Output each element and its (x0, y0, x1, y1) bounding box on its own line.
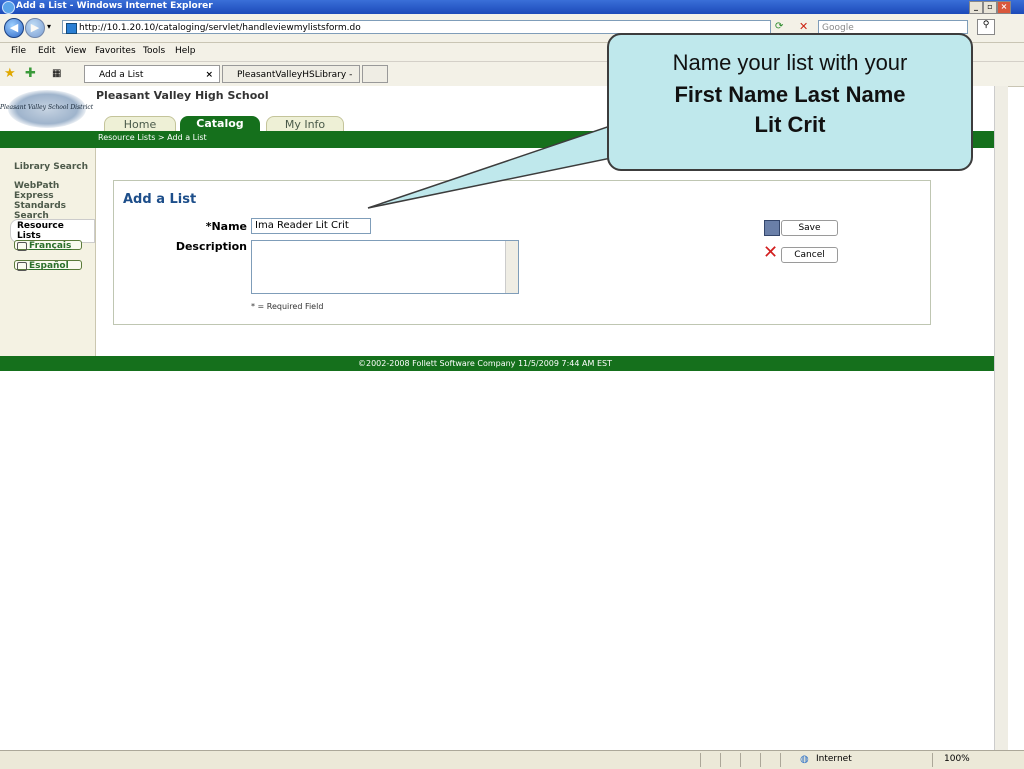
minimize-button[interactable]: _ (969, 1, 983, 14)
status-divider (932, 753, 933, 767)
globe-icon: ◍ (800, 754, 809, 765)
new-tab-button[interactable] (362, 65, 388, 83)
callout-line1: Name your list with your (672, 50, 908, 75)
save-button[interactable]: Save (781, 220, 838, 236)
browser-tab-active[interactable]: Add a List × (84, 65, 220, 83)
breadcrumb[interactable]: Resource Lists > Add a List (98, 133, 207, 142)
name-input[interactable]: Ima Reader Lit Crit (251, 218, 371, 234)
add-favorites-icon[interactable]: ✚ (25, 66, 36, 81)
callout-line2: First Name Last Name (674, 82, 906, 107)
refresh-icon[interactable]: ⟳ (775, 21, 783, 32)
menu-favorites[interactable]: Favorites (95, 46, 136, 56)
tab-catalog[interactable]: Catalog (180, 116, 260, 132)
cancel-x-icon[interactable]: ✕ (763, 244, 778, 262)
cancel-button[interactable]: Cancel (781, 247, 838, 263)
search-input[interactable]: Google (818, 20, 968, 34)
sidebar-list-espanol[interactable]: Español (14, 260, 82, 271)
sidebar-list-francais[interactable]: Français (14, 240, 82, 251)
history-dropdown-icon[interactable]: ▾ (47, 22, 51, 31)
maximize-button[interactable]: ▫ (983, 1, 997, 14)
page-footer: ©2002-2008 Follett Software Company 11/5… (0, 356, 994, 371)
status-zone: Internet (816, 754, 852, 764)
school-logo-text: Pleasant Valley School District (0, 104, 94, 111)
window-title-bar: Add a List - Windows Internet Explorer _… (0, 0, 1024, 14)
required-note: * = Required Field (251, 302, 324, 311)
status-divider (780, 753, 781, 767)
callout-emphasis: First Name Last Name Lit Crit (609, 80, 971, 140)
favorites-star-icon[interactable]: ★ (4, 66, 16, 81)
status-divider (720, 753, 721, 767)
status-divider (740, 753, 741, 767)
window-title: Add a List - Windows Internet Explorer (16, 1, 213, 11)
address-input[interactable]: http://10.1.20.10/cataloging/servlet/han… (62, 20, 771, 34)
description-label: Description (175, 240, 247, 253)
name-label: *Name (205, 220, 247, 233)
forward-button[interactable]: ▶ (25, 18, 45, 38)
sidebar-item-standards-search[interactable]: Standards Search (14, 201, 95, 221)
callout-line3: Lit Crit (754, 112, 826, 137)
list-folder-icon (17, 262, 27, 271)
close-tab-icon[interactable]: × (205, 66, 213, 84)
menu-view[interactable]: View (65, 46, 86, 56)
sidebar-item-webpath-express[interactable]: WebPath Express (14, 181, 95, 201)
browser-tab-2[interactable]: PleasantValleyHSLibrary - Lit... (222, 65, 360, 98)
menu-file[interactable]: File (11, 46, 26, 56)
footer-text: ©2002-2008 Follett Software Company 11/5… (358, 359, 612, 368)
stop-icon[interactable]: ✕ (799, 20, 808, 33)
status-bar: ◍ Internet 100% (0, 750, 1024, 769)
sidebar-item-library-search[interactable]: Library Search (14, 162, 88, 172)
status-divider (760, 753, 761, 767)
search-go-icon[interactable]: ⚲ (977, 19, 995, 35)
browser-tab-label: Add a List (99, 70, 144, 80)
sidebar: Library Search WebPath Express Standards… (0, 148, 96, 356)
back-button[interactable]: ◀ (4, 18, 24, 38)
menu-help[interactable]: Help (175, 46, 196, 56)
textarea-scrollbar[interactable] (505, 241, 518, 293)
sidebar-list-label: Español (29, 261, 69, 271)
instruction-callout: Name your list with your First Name Last… (607, 33, 973, 171)
page-favicon-icon (66, 23, 77, 34)
sidebar-list-label: Français (29, 241, 72, 251)
page-scrollbar[interactable] (994, 86, 1008, 750)
save-disk-icon[interactable] (764, 220, 780, 236)
status-divider (700, 753, 701, 767)
menu-edit[interactable]: Edit (38, 46, 55, 56)
zoom-level[interactable]: 100% (944, 754, 970, 764)
school-name: Pleasant Valley High School (96, 89, 269, 102)
page-title: Add a List (123, 192, 197, 207)
quick-tabs-icon[interactable]: ▦ (52, 68, 61, 79)
description-textarea[interactable] (251, 240, 519, 294)
list-folder-icon (17, 242, 27, 251)
ie-logo-icon (2, 1, 15, 14)
close-window-button[interactable]: × (997, 1, 1011, 14)
address-text: http://10.1.20.10/cataloging/servlet/han… (79, 23, 361, 33)
menu-tools[interactable]: Tools (143, 46, 165, 56)
